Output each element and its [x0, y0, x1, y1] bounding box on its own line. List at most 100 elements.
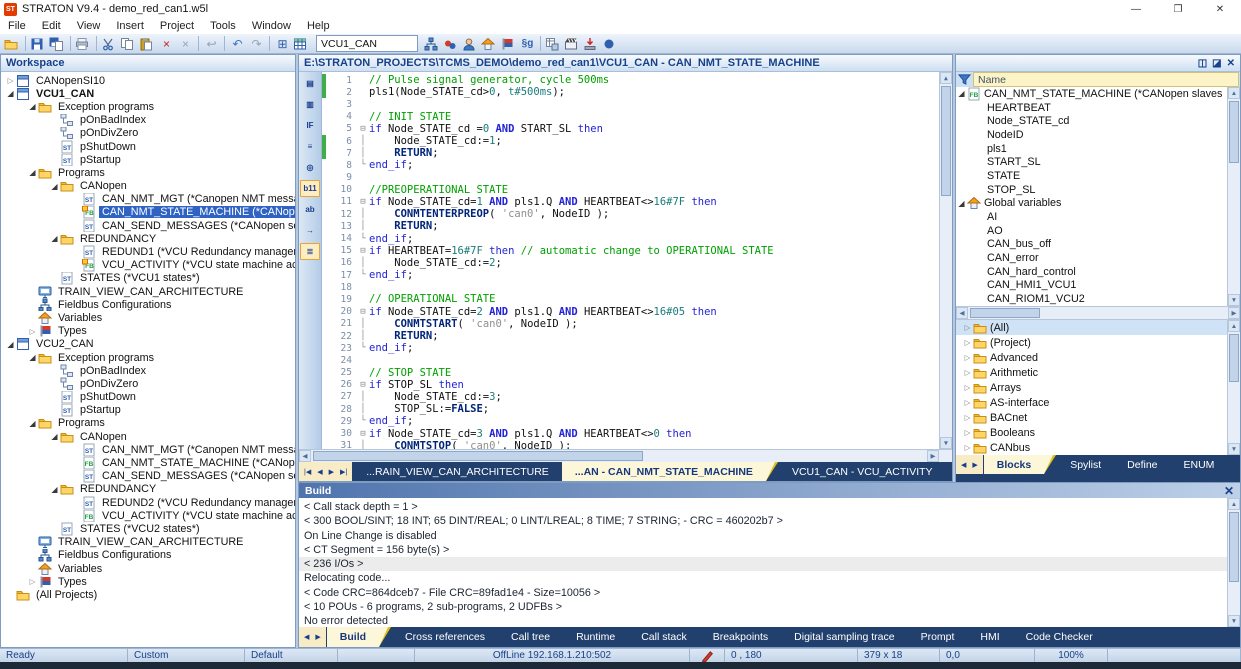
tree-expand-arrow[interactable]: ◢: [49, 432, 60, 441]
tree-item[interactable]: FBVCU_ACTIVITY (*VCU state machine activ…: [1, 509, 295, 522]
scroll-up-icon[interactable]: ▲: [1228, 498, 1240, 510]
tree-item[interactable]: Fieldbus Configurations: [1, 298, 295, 311]
menu-item-view[interactable]: View: [69, 20, 109, 32]
tree-expand-arrow[interactable]: ▷: [27, 327, 38, 336]
tree-item[interactable]: STSTATES (*VCU1 states*): [1, 272, 295, 285]
tree-item[interactable]: ◢Programs: [1, 166, 295, 179]
scroll-left-icon[interactable]: ◀: [956, 307, 968, 319]
variable-item[interactable]: AO: [956, 224, 1227, 238]
tree-expand-arrow[interactable]: ▷: [962, 323, 973, 332]
delete-all-button[interactable]: ×: [176, 35, 195, 53]
tree-item[interactable]: Variables: [1, 562, 295, 575]
insert-block-button[interactable]: ▥: [300, 96, 320, 113]
tree-expand-arrow[interactable]: ◢: [27, 419, 38, 428]
tree-item[interactable]: ◢Exception programs: [1, 100, 295, 113]
variable-item[interactable]: CAN_error: [956, 251, 1227, 265]
tree-item[interactable]: pOnBadIndex: [1, 114, 295, 127]
blocks-tab[interactable]: Define: [1114, 455, 1170, 474]
last-tab-button[interactable]: ▶|: [338, 468, 349, 476]
blocks-category[interactable]: ▷Booleans: [956, 425, 1227, 440]
build-output[interactable]: < Call stack depth = 1 >< 300 BOOL/SINT;…: [299, 498, 1240, 627]
watch-line-button[interactable]: ◎: [300, 159, 320, 176]
restore-button[interactable]: ❐: [1157, 0, 1199, 18]
tree-expand-arrow[interactable]: ◢: [27, 102, 38, 111]
blocks-category[interactable]: ▷BACnet: [956, 410, 1227, 425]
download-button[interactable]: [582, 35, 601, 53]
close-button[interactable]: ✕: [1199, 0, 1241, 18]
blocks-category[interactable]: ▷Arithmetic: [956, 365, 1227, 380]
prev-tab-button[interactable]: ◀: [302, 633, 311, 641]
tree-item[interactable]: STpStartup: [1, 404, 295, 417]
undo-move-button[interactable]: ↩: [202, 35, 221, 53]
dock-pin-icon[interactable]: ◫: [1198, 58, 1207, 69]
variable-item[interactable]: ◢Global variables: [956, 197, 1227, 211]
tree-expand-arrow[interactable]: ▷: [27, 577, 38, 586]
line-numbers-button[interactable]: b11: [300, 180, 320, 197]
scroll-right-icon[interactable]: ▶: [1228, 307, 1240, 319]
fold-marker[interactable]: ⊟: [357, 380, 369, 390]
scroll-thumb[interactable]: [1229, 101, 1239, 163]
online-button[interactable]: [601, 35, 620, 53]
scroll-up-icon[interactable]: ▲: [940, 72, 952, 84]
next-tab-button[interactable]: ▶: [970, 461, 979, 469]
tree-item[interactable]: ▷Types: [1, 575, 295, 588]
tree-item[interactable]: STCAN_NMT_MGT (*Canopen NMT messages man…: [1, 443, 295, 456]
variable-item[interactable]: STOP_SL: [956, 183, 1227, 197]
first-tab-button[interactable]: |◀: [302, 468, 313, 476]
blocks-category[interactable]: ▷AS-interface: [956, 395, 1227, 410]
build-tab[interactable]: Runtime: [563, 627, 628, 647]
scroll-down-icon[interactable]: ▼: [1228, 443, 1240, 455]
variable-item[interactable]: NodeID: [956, 128, 1227, 142]
scroll-thumb[interactable]: [941, 86, 951, 196]
tree-item[interactable]: Variables: [1, 311, 295, 324]
tree-expand-arrow[interactable]: ▷: [962, 398, 973, 407]
variables-horizontal-scrollbar[interactable]: ◀ ▶: [956, 306, 1240, 319]
tree-item[interactable]: ◢VCU1_CAN: [1, 87, 295, 100]
tree-item[interactable]: ◢CANopen: [1, 180, 295, 193]
next-tab-button[interactable]: ▶: [327, 468, 336, 476]
tree-expand-arrow[interactable]: ▷: [5, 76, 16, 85]
blocks-category[interactable]: ▷Arrays: [956, 380, 1227, 395]
tree-expand-arrow[interactable]: ◢: [27, 168, 38, 177]
fold-marker[interactable]: ⊟: [357, 429, 369, 439]
tree-item[interactable]: STREDUND2 (*VCU Redundancy management*): [1, 496, 295, 509]
tree-expand-arrow[interactable]: ▷: [962, 368, 973, 377]
scroll-down-icon[interactable]: ▼: [1228, 294, 1240, 306]
profile-button[interactable]: [461, 35, 480, 53]
variable-item[interactable]: Node_STATE_cd: [956, 114, 1227, 128]
tree-expand-arrow[interactable]: ◢: [5, 89, 16, 98]
undo-button[interactable]: ↶: [228, 35, 247, 53]
tree-expand-arrow[interactable]: ▷: [962, 353, 973, 362]
tree-expand-arrow[interactable]: ▷: [962, 428, 973, 437]
scroll-thumb[interactable]: [313, 451, 643, 461]
menu-item-file[interactable]: File: [0, 20, 34, 32]
copy-button[interactable]: [119, 35, 138, 53]
variable-item[interactable]: CAN_HMI1_VCU1: [956, 279, 1227, 293]
scroll-thumb[interactable]: [1229, 334, 1239, 382]
tree-item[interactable]: STREDUND1 (*VCU Redundancy management*): [1, 245, 295, 258]
tree-item[interactable]: FBCAN_NMT_STATE_MACHINE (*CANopen slaves…: [1, 456, 295, 469]
variables-vertical-scrollbar[interactable]: ▲ ▼: [1227, 87, 1240, 306]
blocks-tab[interactable]: Blocks: [984, 455, 1044, 474]
minimize-button[interactable]: —: [1115, 0, 1157, 18]
save-button[interactable]: [29, 35, 48, 53]
editor-tab[interactable]: VCU1_CAN - VCU_ACTIVITY: [779, 462, 946, 481]
tree-expand-arrow[interactable]: ◢: [956, 199, 967, 208]
tree-item[interactable]: STSTATES (*VCU2 states*): [1, 522, 295, 535]
tree-item[interactable]: ▷CANopenSI10: [1, 74, 295, 87]
tree-item[interactable]: STpStartup: [1, 153, 295, 166]
outline-view-button[interactable]: ≣: [300, 243, 320, 260]
build-tab[interactable]: Prompt: [908, 627, 968, 647]
blocks-category[interactable]: ▷CANbus: [956, 440, 1227, 455]
prev-tab-button[interactable]: ◀: [315, 468, 324, 476]
blocks-list[interactable]: ▷(All)▷(Project)▷Advanced▷Arithmetic▷Arr…: [956, 319, 1240, 455]
tree-expand-arrow[interactable]: ▷: [962, 443, 973, 452]
scroll-up-icon[interactable]: ▲: [1228, 87, 1240, 99]
types-button[interactable]: [499, 35, 518, 53]
menu-item-help[interactable]: Help: [299, 20, 338, 32]
tree-expand-arrow[interactable]: ◢: [49, 182, 60, 191]
tree-item[interactable]: ◢CANopen: [1, 430, 295, 443]
menu-item-insert[interactable]: Insert: [108, 20, 152, 32]
variables-list[interactable]: ◢FBCAN_NMT_STATE_MACHINE (*CANopen slave…: [956, 87, 1240, 306]
editor-tab[interactable]: ...AN - CAN_NMT_STATE_MACHINE: [562, 462, 766, 481]
